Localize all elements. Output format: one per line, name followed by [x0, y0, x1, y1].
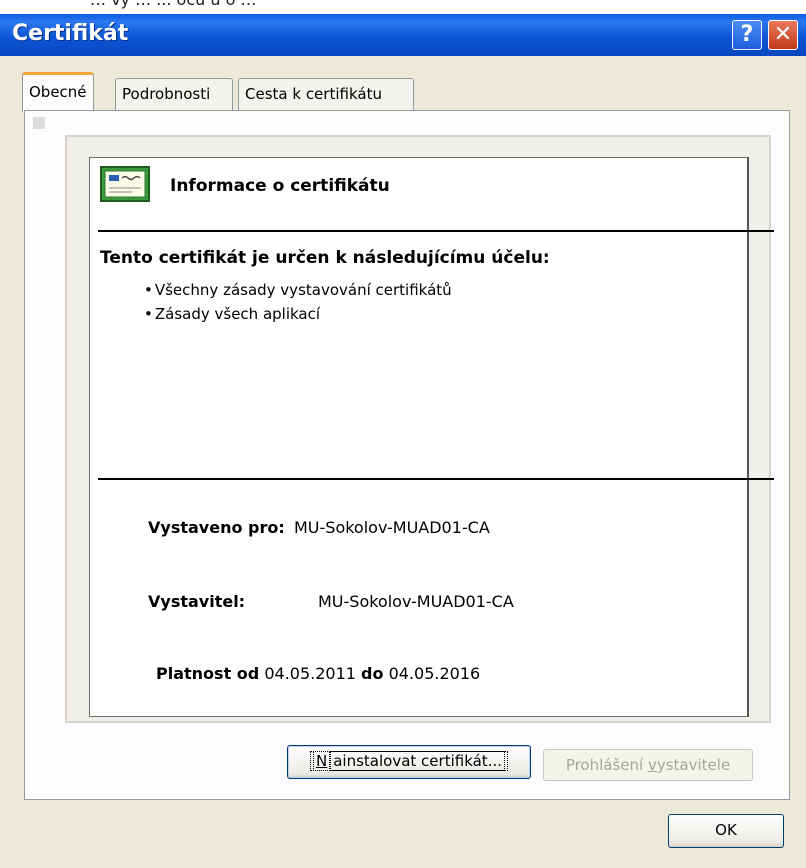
- tab-general[interactable]: Obecné: [22, 72, 94, 112]
- purpose-title: Tento certifikát je určen k následujícím…: [100, 248, 550, 268]
- issued-to-row: Vystaveno pro: MU-Sokolov-MUAD01-CA: [148, 518, 490, 537]
- valid-from-label: Platnost od: [156, 664, 260, 683]
- divider: [98, 230, 774, 232]
- install-certificate-label: Nainstalovat certifikát...: [310, 751, 508, 771]
- valid-from-value: 04.05.2011: [264, 664, 356, 683]
- purpose-list: Všechny zásady vystavování certifikátů Z…: [144, 278, 452, 326]
- caption-fragment: … vy … ... ocu u o …: [90, 0, 256, 9]
- issued-to-label: Vystaveno pro:: [148, 518, 285, 537]
- ok-button[interactable]: OK: [668, 814, 784, 848]
- certificate-info-frame: Informace o certifikátu Tento certifikát…: [65, 135, 774, 723]
- issuer-value: MU-Sokolov-MUAD01-CA: [318, 592, 514, 611]
- valid-to-label: do: [361, 664, 384, 683]
- window-title: Certifikát: [12, 21, 129, 46]
- divider: [98, 478, 774, 480]
- install-certificate-button[interactable]: Nainstalovat certifikát...: [287, 745, 531, 779]
- list-item: Zásady všech aplikací: [144, 302, 452, 326]
- close-icon: ✕: [773, 22, 793, 47]
- panel-marker: [33, 117, 45, 129]
- general-tab-panel: Informace o certifikátu Tento certifikát…: [24, 110, 790, 800]
- certificate-info-heading: Informace o certifikátu: [170, 176, 390, 196]
- list-item: Všechny zásady vystavování certifikátů: [144, 278, 452, 302]
- cropped-caption: … vy … ... ocu u o …: [0, 0, 806, 14]
- certificate-info-box: Informace o certifikátu Tento certifikát…: [89, 157, 774, 717]
- validity-row: Platnost od 04.05.2011 do 04.05.2016: [156, 664, 480, 683]
- valid-to-value: 04.05.2016: [388, 664, 481, 683]
- title-bar[interactable]: Certifikát ? ✕: [0, 14, 806, 56]
- help-icon: ?: [740, 22, 754, 47]
- tab-certification-path[interactable]: Cesta k certifikátu: [238, 78, 414, 110]
- issued-to-value: MU-Sokolov-MUAD01-CA: [294, 518, 490, 537]
- issuer-label: Vystavitel:: [148, 592, 246, 611]
- certificate-dialog: Certifikát ? ✕ Obecné Podrobnosti Cesta …: [0, 14, 806, 868]
- issuer-row: Vystavitel: MU-Sokolov-MUAD01-CA: [148, 592, 514, 611]
- issuer-statement-button[interactable]: Prohlášení vystavitele: [543, 749, 753, 781]
- tab-details[interactable]: Podrobnosti: [115, 78, 233, 110]
- close-button[interactable]: ✕: [768, 20, 798, 50]
- certificate-icon: [100, 166, 150, 202]
- help-button[interactable]: ?: [732, 20, 762, 50]
